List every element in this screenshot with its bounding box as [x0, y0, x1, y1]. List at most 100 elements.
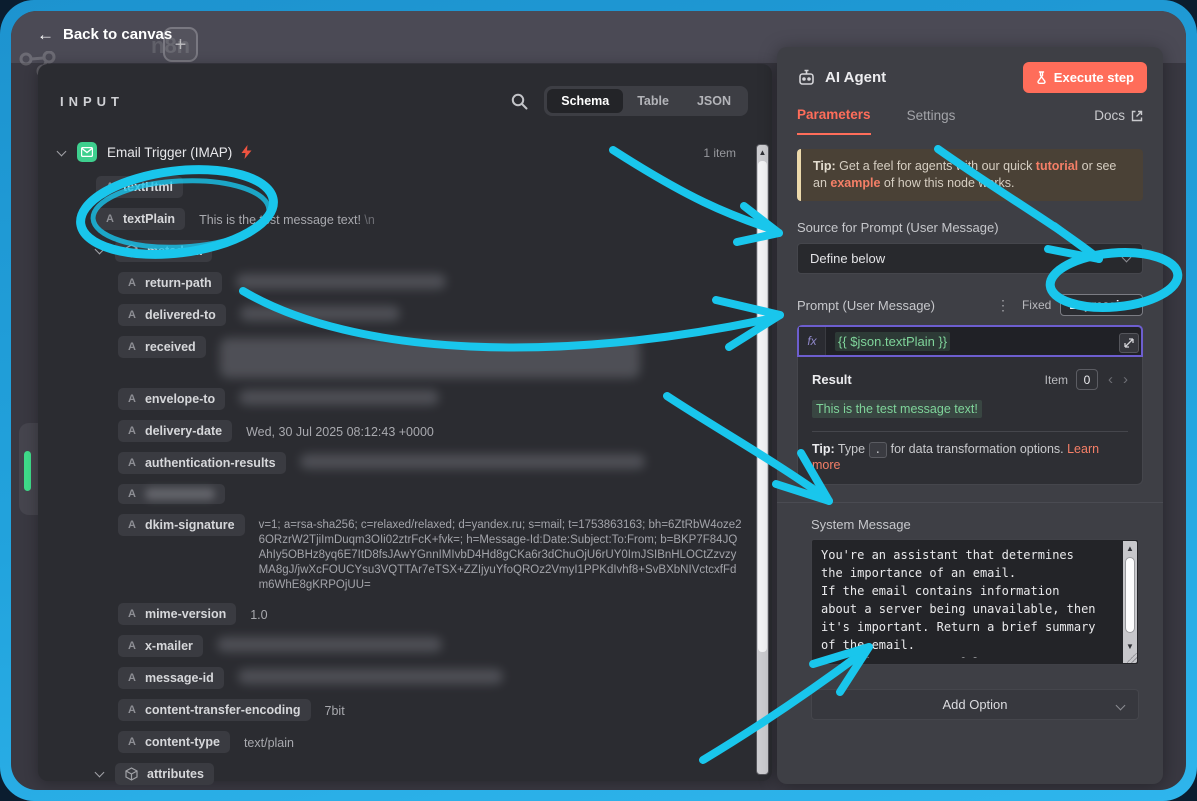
node-title: AI Agent — [825, 69, 886, 86]
key-label: x-mailer — [145, 639, 193, 653]
agent-tabs: Parameters Settings Docs — [777, 101, 1163, 135]
tip-banner: Tip: Get a feel for agents with our quic… — [797, 149, 1143, 201]
string-type-icon: A — [128, 393, 136, 405]
tip-banner-bold: Tip: — [813, 159, 836, 173]
tutorial-link[interactable]: tutorial — [1036, 159, 1078, 173]
string-key-badge[interactable]: A — [118, 484, 225, 504]
add-option-button[interactable]: Add Option — [811, 689, 1139, 720]
string-type-icon: A — [128, 672, 136, 684]
schema-row-textPlain: AtextPlain This is the test message text!… — [96, 208, 742, 230]
back-to-canvas-label: Back to canvas — [63, 26, 172, 43]
item-index-box: 0 — [1076, 369, 1098, 390]
key-label: message-id — [145, 671, 214, 685]
redacted-key — [145, 488, 215, 500]
docs-link[interactable]: Docs — [1094, 108, 1143, 134]
string-key-badge[interactable]: AtextPlain — [96, 208, 185, 230]
search-icon[interactable] — [511, 93, 528, 110]
add-node-button[interactable]: + — [163, 27, 198, 62]
object-key-badge[interactable]: attributes — [115, 763, 214, 785]
schema-row-metadata: metadata — [96, 240, 742, 262]
prompt-expression-editor[interactable]: fx {{ $json.textPlain }} — [797, 325, 1143, 357]
scroll-up-icon[interactable]: ▲ — [1123, 544, 1137, 553]
chevron-down-icon — [1122, 252, 1132, 262]
object-type-icon — [125, 244, 138, 258]
key-label: content-transfer-encoding — [145, 703, 301, 717]
kebab-menu-icon[interactable]: ⋮ — [996, 297, 1010, 314]
schema-row-textHtml: AtextHtml — [96, 176, 742, 198]
string-type-icon: A — [106, 181, 114, 193]
string-type-icon: A — [106, 213, 114, 225]
string-key-badge[interactable]: Acontent-type — [118, 731, 230, 753]
execute-step-label: Execute step — [1054, 70, 1134, 85]
tab-settings[interactable]: Settings — [907, 108, 956, 134]
string-key-badge[interactable]: Adelivery-date — [118, 420, 232, 442]
robot-icon — [797, 69, 816, 86]
expand-expression-icon[interactable] — [1119, 333, 1139, 353]
string-type-icon: A — [128, 608, 136, 620]
scroll-down-icon[interactable]: ▼ — [1123, 642, 1137, 651]
string-type-icon: A — [128, 341, 136, 353]
chevron-down-icon[interactable] — [95, 768, 105, 778]
schema-row-content-type: Acontent-typetext/plain — [118, 731, 742, 753]
chevron-down-icon[interactable] — [95, 245, 105, 255]
screenshot-stage: n8n ← Back to canvas + INPUT Schema — [0, 0, 1197, 801]
string-type-icon: A — [128, 704, 136, 716]
back-to-canvas-button[interactable]: ← Back to canvas — [31, 25, 178, 44]
value-label: Wed, 30 Jul 2025 08:12:43 +0000 — [246, 425, 434, 439]
key-label: textHtml — [123, 180, 173, 194]
view-tab-json[interactable]: JSON — [683, 89, 745, 113]
execute-step-button[interactable]: Execute step — [1023, 62, 1147, 93]
tab-parameters[interactable]: Parameters — [797, 107, 871, 135]
source-for-prompt-label: Source for Prompt (User Message) — [797, 220, 1143, 235]
fixed-toggle[interactable]: Fixed — [1022, 298, 1051, 312]
string-key-badge[interactable]: Aenvelope-to — [118, 388, 225, 410]
string-key-badge[interactable]: Aauthentication-results — [118, 452, 286, 474]
string-key-badge[interactable]: Amessage-id — [118, 667, 224, 689]
value-label: 1.0 — [250, 608, 267, 622]
expression-toggle[interactable]: Expression — [1060, 294, 1143, 316]
scrollbar-thumb[interactable] — [1125, 557, 1135, 633]
key-label: delivered-to — [145, 308, 216, 322]
view-tab-schema[interactable]: Schema — [547, 89, 623, 113]
string-key-badge[interactable]: Amime-version — [118, 603, 236, 625]
string-key-badge[interactable]: Areceived — [118, 336, 206, 358]
redacted-value — [217, 637, 442, 652]
expression-value: {{ $json.textPlain }} — [835, 332, 950, 351]
string-key-badge[interactable]: Adelivered-to — [118, 304, 226, 326]
system-message-label: System Message — [811, 517, 1139, 532]
resize-grip-icon[interactable] — [1127, 653, 1137, 663]
key-label: authentication-results — [145, 456, 276, 470]
item-prev-icon[interactable]: ‹ — [1108, 371, 1113, 388]
view-mode-switcher: Schema Table JSON — [544, 86, 748, 116]
schema-row-mime-version: Amime-version 1.0 — [118, 603, 742, 625]
example-link[interactable]: example — [830, 176, 880, 190]
string-key-badge[interactable]: Adkim-signature — [118, 514, 245, 536]
redacted-value — [300, 454, 645, 469]
system-message-scrollbar[interactable]: ▲ ▼ — [1123, 541, 1137, 663]
string-key-badge[interactable]: AtextHtml — [96, 176, 183, 198]
prompt-expression-input[interactable]: {{ $json.textPlain }} — [826, 327, 1141, 355]
source-for-prompt-select[interactable]: Define below — [797, 243, 1143, 274]
chevron-down-icon — [1116, 701, 1126, 711]
string-key-badge[interactable]: Areturn-path — [118, 272, 222, 294]
schema-row-content-transfer-encoding: Acontent-transfer-encoding7bit — [118, 699, 742, 721]
input-panel-title: INPUT — [60, 94, 124, 109]
external-link-icon — [1131, 110, 1143, 122]
object-key-badge[interactable]: metadata — [115, 240, 212, 262]
string-key-badge[interactable]: Acontent-transfer-encoding — [118, 699, 311, 721]
key-label: return-path — [145, 276, 212, 290]
value-label: This is the test message text! \n — [199, 213, 375, 227]
key-label: attributes — [147, 767, 204, 781]
input-panel-scrollbar[interactable]: ▲ — [756, 144, 769, 775]
view-tab-table[interactable]: Table — [623, 89, 683, 113]
schema-row-x-mailer: Ax-mailer — [118, 635, 742, 657]
redacted-value — [220, 338, 640, 378]
scrollbar-thumb[interactable] — [758, 161, 767, 652]
string-type-icon: A — [128, 457, 136, 469]
schema-root-row[interactable]: Email Trigger (IMAP) — [58, 142, 742, 162]
string-key-badge[interactable]: Ax-mailer — [118, 635, 203, 657]
chevron-down-icon[interactable] — [57, 146, 67, 156]
system-message-textarea[interactable]: You're an assistant that determines the … — [811, 539, 1139, 665]
item-next-icon[interactable]: › — [1123, 371, 1128, 388]
scroll-up-icon[interactable]: ▲ — [757, 147, 768, 159]
